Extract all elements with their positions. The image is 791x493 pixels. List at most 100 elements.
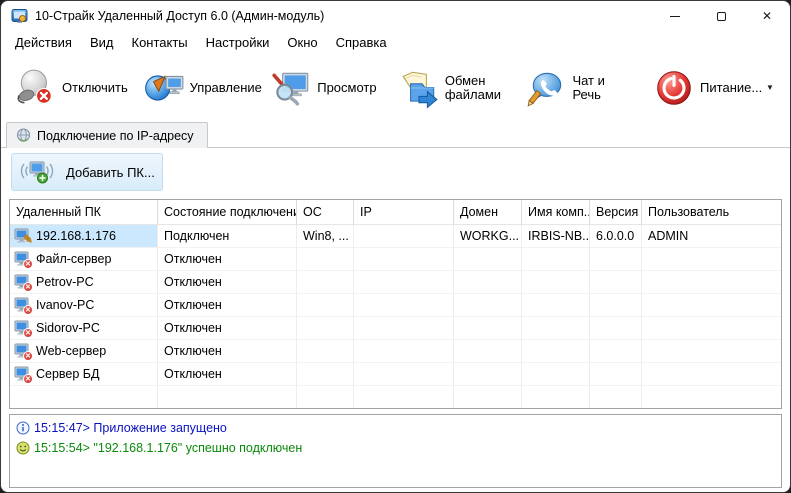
pc-status: Подключен xyxy=(164,225,229,247)
menu-settings[interactable]: Настройки xyxy=(197,33,279,52)
pc-status-badge: ✎ xyxy=(23,236,33,246)
title-bar: 10-Страйк Удаленный Доступ 6.0 (Админ-мо… xyxy=(1,1,790,31)
pc-status-badge: ✕ xyxy=(23,282,33,292)
col-user[interactable]: Пользователь xyxy=(642,200,781,225)
pc-status-badge: ✕ xyxy=(23,305,33,315)
info-icon xyxy=(16,421,30,435)
pc-os: Win8, ... xyxy=(303,225,349,247)
table-row[interactable]: ✕ Petrov-PC Отключен xyxy=(10,271,781,294)
log-text: 15:15:47> Приложение запущено xyxy=(34,421,227,435)
pc-table-header: Удаленный ПК Состояние подключения ОС IP… xyxy=(10,200,781,225)
file-exchange-icon xyxy=(398,67,440,109)
col-os[interactable]: ОС xyxy=(297,200,354,225)
chat-voice-label: Чат и Речь xyxy=(572,74,630,102)
chat-voice-icon xyxy=(525,67,567,109)
pc-table: Удаленный ПК Состояние подключения ОС IP… xyxy=(9,199,782,409)
disconnect-icon xyxy=(15,67,57,109)
disconnect-label: Отключить xyxy=(62,81,120,95)
file-exchange-button[interactable]: Обмен файлами xyxy=(398,67,503,109)
tab-ip-connection[interactable]: Подключение по IP-адресу xyxy=(6,122,208,148)
col-computer-name[interactable]: Имя комп... xyxy=(522,200,590,225)
table-row[interactable]: ✕ Файл-сервер Отключен xyxy=(10,248,781,271)
pc-name: Sidorov-PC xyxy=(36,317,100,339)
log-entry: 15:15:47> Приложение запущено xyxy=(16,418,775,438)
col-remote-pc[interactable]: Удаленный ПК xyxy=(10,200,158,225)
manage-button[interactable]: Управление xyxy=(143,67,248,109)
close-button[interactable]: ✕ xyxy=(744,1,790,31)
pc-status: Отключен xyxy=(164,363,222,385)
pc-status: Отключен xyxy=(164,248,222,270)
minimize-button[interactable] xyxy=(652,1,698,31)
file-exchange-label: Обмен файлами xyxy=(445,74,503,102)
table-row[interactable]: ✕ Сервер БД Отключен xyxy=(10,363,781,386)
disconnect-button[interactable]: Отключить xyxy=(15,67,120,109)
col-status[interactable]: Состояние подключения xyxy=(158,200,297,225)
view-icon xyxy=(270,67,312,109)
pc-name: Файл-сервер xyxy=(36,248,111,270)
table-row[interactable]: ✕ Ivanov-PC Отключен xyxy=(10,294,781,317)
pc-icon: ✕ xyxy=(14,274,31,290)
view-label: Просмотр xyxy=(317,81,375,95)
pc-computer-name: IRBIS-NB... xyxy=(528,225,590,247)
pc-name: 192.168.1.176 xyxy=(36,225,116,247)
pc-status-badge: ✕ xyxy=(23,374,33,384)
smiley-icon xyxy=(16,441,30,455)
col-domain[interactable]: Домен xyxy=(454,200,522,225)
log-text: 15:15:54> "192.168.1.176" успешно подклю… xyxy=(34,441,302,455)
menu-contacts[interactable]: Контакты xyxy=(123,33,197,52)
menu-bar: Действия Вид Контакты Настройки Окно Спр… xyxy=(1,31,790,54)
pc-status-badge: ✕ xyxy=(23,259,33,269)
pc-name: Petrov-PC xyxy=(36,271,94,293)
tab-label: Подключение по IP-адресу xyxy=(37,129,194,143)
pc-status: Отключен xyxy=(164,271,222,293)
pc-icon: ✕ xyxy=(14,343,31,359)
pc-table-body: ✎ 192.168.1.176 Подключен Win8, ... WORK… xyxy=(10,225,781,386)
col-ip[interactable]: IP xyxy=(354,200,454,225)
menu-actions[interactable]: Действия xyxy=(6,33,81,52)
pc-user: ADMIN xyxy=(648,225,688,247)
app-window: 10-Страйк Удаленный Доступ 6.0 (Админ-мо… xyxy=(0,0,791,493)
menu-window[interactable]: Окно xyxy=(278,33,326,52)
action-panel: Добавить ПК... xyxy=(1,148,790,196)
pc-icon: ✕ xyxy=(14,297,31,313)
pc-name: Ivanov-PC xyxy=(36,294,94,316)
pc-status: Отключен xyxy=(164,317,222,339)
pc-table-filler xyxy=(10,386,781,408)
manage-label: Управление xyxy=(190,81,248,95)
globe-icon xyxy=(16,128,31,143)
pc-status: Отключен xyxy=(164,340,222,362)
pc-name: Web-сервер xyxy=(36,340,106,362)
maximize-button[interactable] xyxy=(698,1,744,31)
col-version[interactable]: Версия xyxy=(590,200,642,225)
toolbar: Отключить Управление xyxy=(1,54,790,121)
view-button[interactable]: Просмотр xyxy=(270,67,375,109)
manage-icon xyxy=(143,67,185,109)
log-entry: 15:15:54> "192.168.1.176" успешно подклю… xyxy=(16,438,775,458)
close-icon: ✕ xyxy=(762,9,772,23)
table-row[interactable]: ✎ 192.168.1.176 Подключен Win8, ... WORK… xyxy=(10,225,781,248)
pc-icon: ✕ xyxy=(14,320,31,336)
window-title: 10-Страйк Удаленный Доступ 6.0 (Админ-мо… xyxy=(35,9,324,23)
add-pc-label: Добавить ПК... xyxy=(66,165,155,180)
chat-voice-button[interactable]: Чат и Речь xyxy=(525,67,630,109)
table-row[interactable]: ✕ Web-сервер Отключен xyxy=(10,340,781,363)
pc-status-badge: ✕ xyxy=(23,328,33,338)
table-row[interactable]: ✕ Sidorov-PC Отключен xyxy=(10,317,781,340)
menu-view[interactable]: Вид xyxy=(81,33,123,52)
power-dropdown-icon[interactable]: ▼ xyxy=(766,83,774,92)
add-pc-button[interactable]: Добавить ПК... xyxy=(11,153,163,191)
power-icon xyxy=(653,67,695,109)
pc-status-badge: ✕ xyxy=(23,351,33,361)
minimize-icon xyxy=(670,16,680,17)
pc-domain: WORKG... xyxy=(460,225,519,247)
menu-help[interactable]: Справка xyxy=(327,33,396,52)
maximize-icon xyxy=(717,12,726,21)
pc-version: 6.0.0.0 xyxy=(596,225,634,247)
pc-status: Отключен xyxy=(164,294,222,316)
event-log: 15:15:47> Приложение запущено 15:15:54> … xyxy=(9,414,782,488)
app-icon xyxy=(11,8,28,24)
pc-icon: ✕ xyxy=(14,251,31,267)
pc-name: Сервер БД xyxy=(36,363,99,385)
power-button[interactable]: Питание... ▼ xyxy=(653,67,774,109)
pc-icon: ✕ xyxy=(14,366,31,382)
